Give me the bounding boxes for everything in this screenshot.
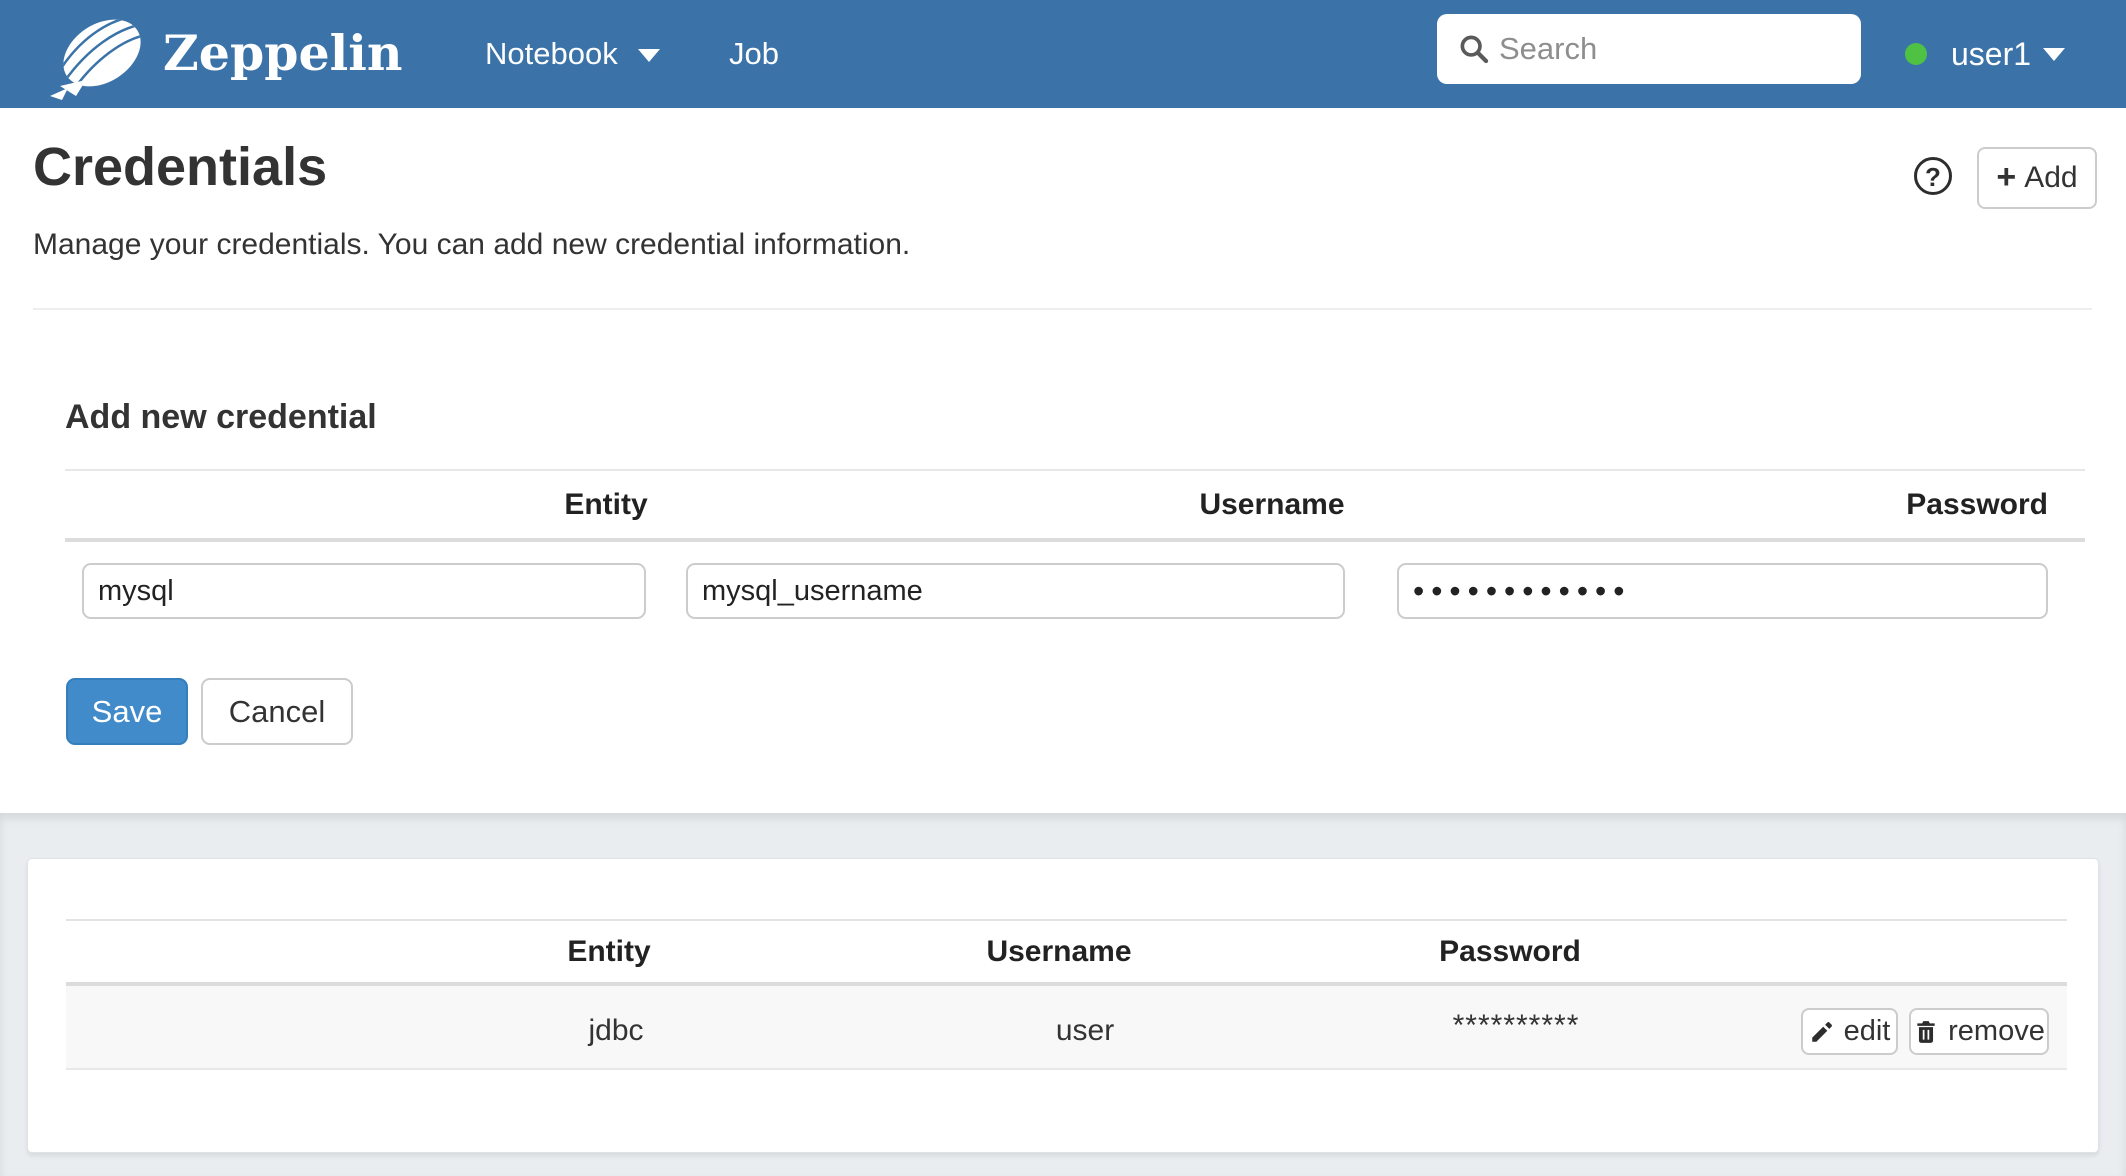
form-table-header-border: [65, 538, 2085, 542]
table-top-border: [66, 919, 2067, 921]
table-column-entity: Entity: [567, 935, 650, 969]
brand-title[interactable]: Zeppelin: [163, 0, 403, 108]
credentials-card: Entity Username Password jdbc user *****…: [27, 858, 2099, 1153]
divider: [33, 308, 2092, 310]
form-column-password: Password: [1906, 488, 2048, 522]
add-button-label: Add: [2024, 161, 2077, 195]
nav-job-label: Job: [729, 36, 779, 71]
edit-button[interactable]: edit: [1801, 1008, 1898, 1055]
username-input[interactable]: [686, 563, 1345, 619]
search-box: [1437, 14, 1861, 84]
save-button[interactable]: Save: [66, 678, 188, 745]
form-column-entity: Entity: [564, 488, 647, 522]
nav-notebook-label: Notebook: [485, 36, 618, 71]
search-icon: [1457, 32, 1491, 66]
trash-icon: [1913, 1019, 1939, 1045]
cell-username: user: [1056, 1014, 1114, 1048]
remove-button[interactable]: remove: [1909, 1008, 2049, 1055]
help-icon[interactable]: ?: [1914, 157, 1952, 195]
caret-down-icon: [638, 49, 660, 62]
user-menu[interactable]: user1: [1905, 0, 2065, 108]
add-button[interactable]: + Add: [1977, 147, 2097, 209]
user-status-dot-icon: [1905, 43, 1927, 65]
nav-job[interactable]: Job: [729, 0, 779, 108]
question-glyph: ?: [1925, 162, 1941, 192]
zeppelin-credentials-page: Zeppelin Notebook Job user1 Credentials …: [0, 0, 2126, 1176]
table-column-username: Username: [986, 935, 1131, 969]
search-input[interactable]: [1499, 31, 1847, 67]
remove-button-label: remove: [1948, 1015, 2045, 1048]
cancel-button[interactable]: Cancel: [201, 678, 353, 745]
zeppelin-logo-icon[interactable]: [42, 8, 160, 102]
top-navbar: Zeppelin Notebook Job user1: [0, 0, 2126, 108]
page-title: Credentials: [33, 136, 327, 198]
cell-password: **********: [1453, 1009, 1580, 1043]
pencil-icon: [1809, 1019, 1835, 1045]
form-heading: Add new credential: [65, 398, 377, 437]
credentials-panel: Entity Username Password jdbc user *****…: [0, 813, 2126, 1176]
cell-entity: jdbc: [588, 1014, 643, 1048]
page-subtitle: Manage your credentials. You can add new…: [33, 228, 910, 262]
entity-input[interactable]: [82, 563, 646, 619]
caret-down-icon: [2043, 48, 2065, 61]
form-column-username: Username: [1199, 488, 1344, 522]
plus-icon: +: [1996, 160, 2016, 194]
nav-notebook[interactable]: Notebook: [485, 0, 660, 108]
password-input[interactable]: [1397, 563, 2048, 619]
form-table-top-border: [65, 469, 2085, 471]
edit-button-label: edit: [1844, 1015, 1891, 1048]
table-column-password: Password: [1439, 935, 1581, 969]
user-name: user1: [1951, 36, 2031, 73]
